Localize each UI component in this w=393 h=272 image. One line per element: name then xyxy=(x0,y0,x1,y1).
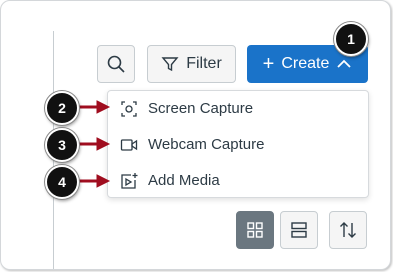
search-button[interactable] xyxy=(97,45,135,83)
grid-view-icon xyxy=(246,221,264,239)
sort-icon xyxy=(338,220,358,240)
grid-view-button[interactable] xyxy=(236,211,274,249)
callout-badge-2: 2 xyxy=(45,91,79,125)
plus-icon: + xyxy=(262,53,275,75)
callout-badge-4: 4 xyxy=(45,165,79,199)
sort-button[interactable] xyxy=(329,211,367,249)
screen-capture-icon xyxy=(120,100,138,118)
menu-item-add-media[interactable]: Add Media xyxy=(108,163,368,199)
callout-badge-1: 1 xyxy=(334,22,368,56)
menu-item-label: Screen Capture xyxy=(148,100,254,117)
chevron-up-icon xyxy=(336,59,352,69)
list-view-icon xyxy=(290,221,308,239)
create-menu: Screen Capture Webcam Capture Add Media xyxy=(107,90,369,198)
callout-arrows xyxy=(73,100,111,188)
list-view-button[interactable] xyxy=(280,211,318,249)
menu-item-screen-capture[interactable]: Screen Capture xyxy=(108,91,368,127)
menu-item-label: Add Media xyxy=(148,172,220,189)
menu-item-label: Webcam Capture xyxy=(148,136,265,153)
menu-item-webcam-capture[interactable]: Webcam Capture xyxy=(108,127,368,163)
search-icon xyxy=(106,54,126,74)
filter-label: Filter xyxy=(186,55,222,72)
filter-button[interactable]: Filter xyxy=(147,45,236,83)
screenshot-frame: Filter + Create Screen Capture Webcam Ca… xyxy=(0,0,391,270)
create-label: Create xyxy=(281,55,330,72)
webcam-icon xyxy=(120,136,138,154)
add-media-icon xyxy=(120,172,138,190)
callout-badge-3: 3 xyxy=(45,128,79,162)
filter-icon xyxy=(161,55,179,73)
